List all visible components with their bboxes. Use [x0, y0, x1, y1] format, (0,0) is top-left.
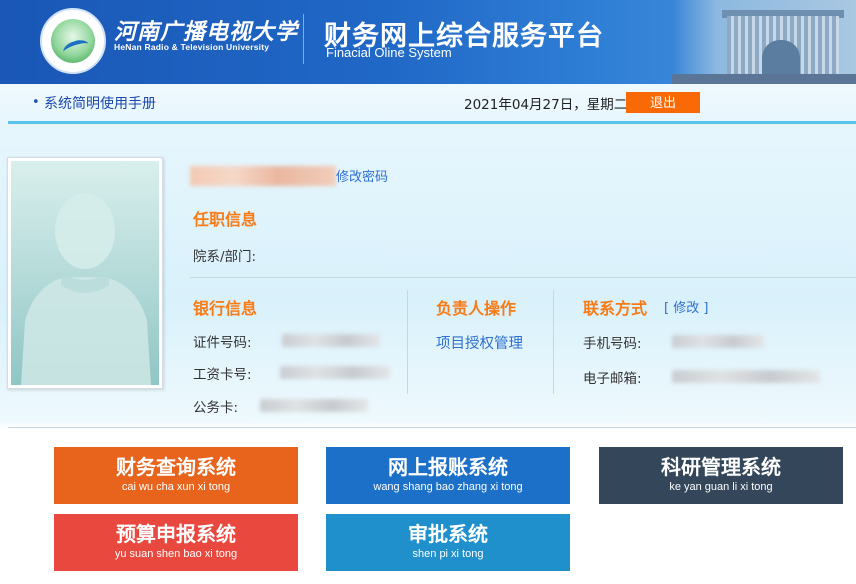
system-pinyin: wang shang bao zhang xi tong: [373, 481, 523, 493]
content-divider: [8, 427, 856, 428]
bullet-icon: •: [32, 95, 40, 110]
system-name: 审批系统: [408, 522, 488, 546]
system-pinyin: cai wu cha xun xi tong: [121, 481, 231, 493]
page-root: 河南广播电视大学 HeNan Radio & Television Univer…: [0, 0, 856, 584]
budget-declaration-system-button[interactable]: 预算申报系统 yu suan shen bao xi tong: [54, 514, 298, 571]
system-pinyin: ke yan guan li xi tong: [669, 481, 773, 493]
change-password-link[interactable]: 修改密码: [336, 166, 388, 185]
column-divider-1: [407, 290, 408, 394]
toolbar-divider: [8, 121, 856, 124]
university-name-en: HeNan Radio & Television University: [114, 42, 270, 52]
profile-photo: [11, 161, 159, 385]
salary-card-label: 工资卡号:: [193, 367, 252, 383]
toolbar: • 系统简明使用手册 2021年04月27日，星期二 退出: [8, 88, 856, 122]
finance-query-system-button[interactable]: 财务查询系统 cai wu cha xun xi tong: [54, 447, 298, 504]
email-label: 电子邮箱:: [583, 371, 642, 387]
building-arch: [762, 40, 800, 76]
system-title-en: Finacial Oline System: [326, 45, 452, 60]
job-info-title: 任职信息: [193, 210, 258, 229]
project-authorization-link[interactable]: 项目授权管理: [436, 332, 523, 353]
logout-button[interactable]: 退出: [626, 92, 700, 113]
phone-redacted: [672, 335, 764, 348]
email-redacted: [672, 370, 820, 383]
university-seal-icon: [40, 8, 106, 74]
department-label: 院系/部门:: [193, 249, 257, 265]
bank-info-title: 银行信息: [193, 299, 258, 318]
column-divider-2: [553, 290, 554, 394]
logo-emblem: [51, 19, 95, 63]
official-card-redacted: [260, 399, 368, 412]
contact-edit-link[interactable]: [ 修改 ]: [664, 297, 708, 316]
contact-title: 联系方式: [583, 299, 648, 318]
system-name: 网上报账系统: [388, 455, 508, 479]
person-silhouette-icon: [21, 193, 151, 385]
online-reimbursement-system-button[interactable]: 网上报账系统 wang shang bao zhang xi tong: [326, 447, 570, 504]
system-name: 预算申报系统: [116, 522, 236, 546]
logo-swoosh: [61, 37, 91, 59]
campus-building-image: [672, 0, 856, 84]
approval-system-button[interactable]: 审批系统 shen pi xi tong: [326, 514, 570, 571]
header-banner: 河南广播电视大学 HeNan Radio & Television Univer…: [0, 0, 856, 84]
profile-photo-frame: [7, 157, 163, 389]
system-pinyin: yu suan shen bao xi tong: [114, 548, 238, 560]
section-divider: [190, 277, 856, 278]
system-name: 科研管理系统: [661, 455, 781, 479]
user-manual-link[interactable]: 系统简明使用手册: [44, 93, 156, 113]
id-number-redacted: [282, 334, 380, 347]
salary-card-redacted: [280, 366, 390, 379]
research-management-system-button[interactable]: 科研管理系统 ke yan guan li xi tong: [599, 447, 843, 504]
id-number-label: 证件号码:: [193, 335, 252, 351]
system-pinyin: shen pi xi tong: [412, 548, 484, 560]
official-card-label: 公务卡:: [193, 400, 239, 416]
manager-ops-title: 负责人操作: [436, 299, 517, 318]
building-ground: [672, 74, 856, 84]
system-name: 财务查询系统: [116, 455, 236, 479]
phone-label: 手机号码:: [583, 336, 642, 352]
current-date: 2021年04月27日，星期二: [464, 97, 628, 113]
header-divider: [303, 14, 304, 64]
user-name-redacted: [190, 166, 336, 186]
